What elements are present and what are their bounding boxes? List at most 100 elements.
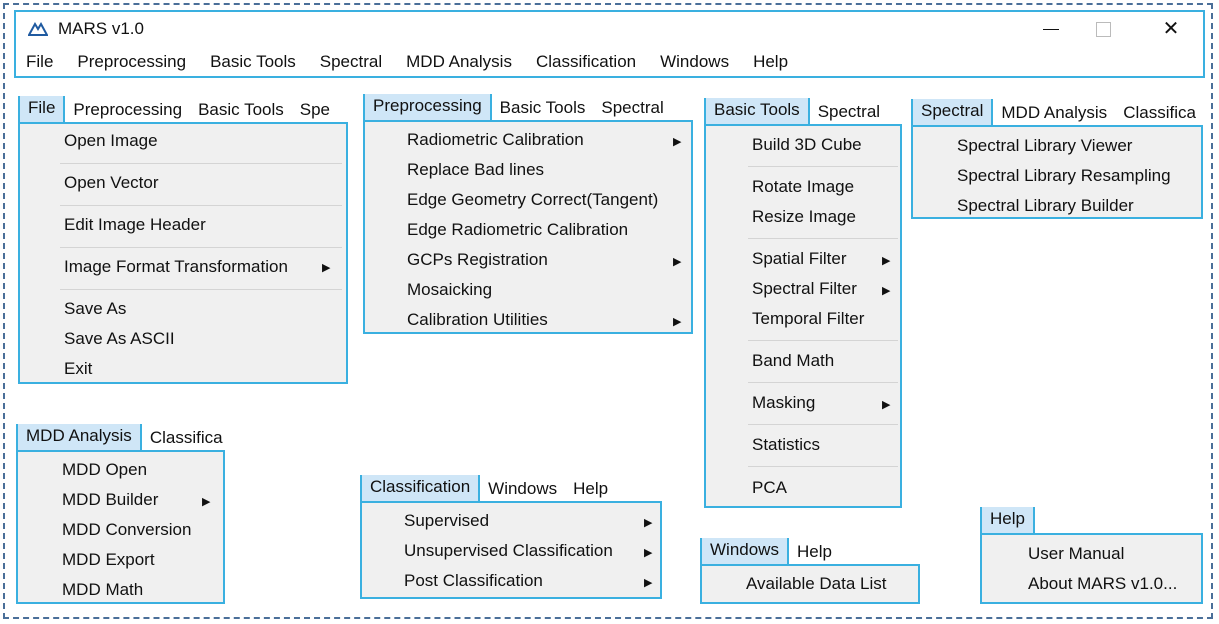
menu-item-spectral-library-viewer[interactable]: Spectral Library Viewer (957, 136, 1132, 156)
tab-file[interactable]: File (18, 96, 66, 122)
mdd-analysis-menu-panel: MDD Analysis Classifica MDD Open MDD Bui… (16, 424, 225, 604)
submenu-arrow-icon: ▶ (882, 255, 891, 267)
menu-basic-tools[interactable]: Basic Tools (210, 52, 296, 72)
menu-item-calibration-utilities[interactable]: Calibration Utilities (407, 310, 548, 330)
separator (748, 166, 898, 167)
menu-item-mdd-export[interactable]: MDD Export (62, 550, 155, 570)
menu-item-save-as-ascii[interactable]: Save As ASCII (64, 329, 175, 349)
maximize-button[interactable] (1083, 16, 1123, 42)
menu-item-edge-radiometric-calibration[interactable]: Edge Radiometric Calibration (407, 220, 628, 240)
file-menu-panel: File Preprocessing Basic Tools Spe Open … (18, 96, 348, 384)
classification-menu-box: Supervised ▶ Unsupervised Classification… (360, 501, 662, 599)
help-menu-panel: Help User Manual About MARS v1.0... (980, 507, 1203, 604)
tab-spectral-truncated[interactable]: Spe (292, 98, 338, 122)
minimize-button[interactable] (1031, 16, 1071, 42)
close-button[interactable]: ✕ (1151, 16, 1191, 42)
menu-item-spectral-library-resampling[interactable]: Spectral Library Resampling (957, 166, 1171, 186)
separator (60, 205, 342, 206)
menu-item-spectral-library-builder[interactable]: Spectral Library Builder (957, 196, 1134, 216)
tab-help[interactable]: Help (789, 540, 840, 564)
separator (748, 238, 898, 239)
file-menu-box: Open Image Open Vector Edit Image Header… (18, 122, 348, 384)
submenu-arrow-icon: ▶ (882, 399, 891, 411)
menu-item-statistics[interactable]: Statistics (752, 435, 820, 455)
menu-item-replace-bad-lines[interactable]: Replace Bad lines (407, 160, 544, 180)
separator (60, 289, 342, 290)
tab-classification-truncated[interactable]: Classifica (142, 426, 225, 450)
tab-basic-tools[interactable]: Basic Tools (704, 98, 810, 124)
menu-item-edit-image-header[interactable]: Edit Image Header (64, 215, 206, 235)
tab-preprocessing[interactable]: Preprocessing (65, 98, 190, 122)
menu-item-temporal-filter[interactable]: Temporal Filter (752, 309, 864, 329)
menu-item-masking[interactable]: Masking (752, 393, 815, 413)
tab-mdd-analysis[interactable]: MDD Analysis (993, 101, 1115, 125)
menu-item-about-mars[interactable]: About MARS v1.0... (1028, 574, 1177, 594)
menu-mdd-analysis[interactable]: MDD Analysis (406, 52, 512, 72)
menu-preprocessing[interactable]: Preprocessing (77, 52, 186, 72)
menu-item-user-manual[interactable]: User Manual (1028, 544, 1124, 564)
windows-menu-panel: Windows Help Available Data List (700, 538, 920, 604)
separator (60, 163, 342, 164)
menu-item-open-vector[interactable]: Open Vector (64, 173, 159, 193)
tab-basic-tools[interactable]: Basic Tools (190, 98, 292, 122)
preprocessing-menu-box: Radiometric Calibration ▶ Replace Bad li… (363, 120, 693, 334)
tab-windows[interactable]: Windows (700, 538, 789, 564)
menu-item-open-image[interactable]: Open Image (64, 131, 158, 151)
spectral-menu-panel: Spectral MDD Analysis Classifica Spectra… (911, 99, 1203, 219)
help-panel-tabs: Help (980, 507, 1203, 533)
tab-mdd-analysis[interactable]: MDD Analysis (16, 424, 142, 450)
tab-classification-truncated[interactable]: Classifica (1115, 101, 1203, 125)
submenu-arrow-icon: ▶ (644, 547, 653, 559)
submenu-arrow-icon: ▶ (882, 285, 891, 297)
menu-item-mdd-open[interactable]: MDD Open (62, 460, 147, 480)
menu-item-resize-image[interactable]: Resize Image (752, 207, 856, 227)
menu-item-pca[interactable]: PCA (752, 478, 787, 498)
tab-basic-tools[interactable]: Basic Tools (492, 96, 594, 120)
separator (748, 466, 898, 467)
separator (748, 424, 898, 425)
windows-panel-tabs: Windows Help (700, 538, 920, 564)
menu-item-rotate-image[interactable]: Rotate Image (752, 177, 854, 197)
menu-item-edge-geometry-correct[interactable]: Edge Geometry Correct(Tangent) (407, 190, 658, 210)
menu-help[interactable]: Help (753, 52, 788, 72)
menu-classification[interactable]: Classification (536, 52, 636, 72)
tab-help[interactable]: Help (980, 507, 1035, 533)
menu-item-band-math[interactable]: Band Math (752, 351, 834, 371)
menu-item-gcps-registration[interactable]: GCPs Registration (407, 250, 548, 270)
separator (748, 340, 898, 341)
menu-item-available-data-list[interactable]: Available Data List (746, 574, 887, 594)
tab-classification[interactable]: Classification (360, 475, 481, 501)
tab-help[interactable]: Help (565, 477, 616, 501)
menu-item-supervised[interactable]: Supervised (404, 511, 489, 531)
menu-item-mdd-math[interactable]: MDD Math (62, 580, 143, 600)
menu-windows[interactable]: Windows (660, 52, 729, 72)
menu-spectral[interactable]: Spectral (320, 52, 382, 72)
menu-item-spectral-filter[interactable]: Spectral Filter (752, 279, 857, 299)
menu-item-image-format-transformation[interactable]: Image Format Transformation (64, 257, 288, 277)
menu-file[interactable]: File (26, 52, 53, 72)
menu-item-mdd-builder[interactable]: MDD Builder (62, 490, 158, 510)
menu-item-mosaicking[interactable]: Mosaicking (407, 280, 492, 300)
submenu-arrow-icon: ▶ (644, 517, 653, 529)
menu-item-post-classification[interactable]: Post Classification (404, 571, 543, 591)
close-icon: ✕ (1162, 18, 1180, 40)
menu-item-build-3d-cube[interactable]: Build 3D Cube (752, 135, 862, 155)
menu-item-save-as[interactable]: Save As (64, 299, 126, 319)
tab-spectral[interactable]: Spectral (593, 96, 671, 120)
spectral-menu-box: Spectral Library Viewer Spectral Library… (911, 125, 1203, 219)
tab-windows[interactable]: Windows (480, 477, 565, 501)
tab-spectral[interactable]: Spectral (810, 100, 888, 124)
tab-preprocessing[interactable]: Preprocessing (363, 94, 492, 120)
menu-item-mdd-conversion[interactable]: MDD Conversion (62, 520, 191, 540)
tab-spectral[interactable]: Spectral (911, 99, 994, 125)
submenu-arrow-icon: ▶ (322, 262, 331, 274)
submenu-arrow-icon: ▶ (673, 256, 682, 268)
minimize-icon (1043, 28, 1059, 30)
menu-item-unsupervised-classification[interactable]: Unsupervised Classification (404, 541, 613, 561)
menu-item-exit[interactable]: Exit (64, 359, 92, 379)
menu-item-radiometric-calibration[interactable]: Radiometric Calibration (407, 130, 584, 150)
classification-panel-tabs: Classification Windows Help (360, 475, 662, 501)
menu-bar: File Preprocessing Basic Tools Spectral … (26, 52, 788, 72)
app-window: MARS v1.0 ✕ File Preprocessing Basic Too… (14, 10, 1205, 78)
menu-item-spatial-filter[interactable]: Spatial Filter (752, 249, 846, 269)
